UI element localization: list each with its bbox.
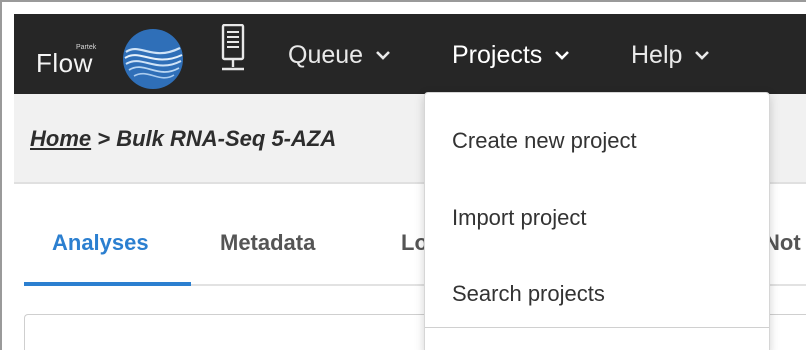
nav-queue-label: Queue [288, 40, 364, 69]
breadcrumb: Home > Bulk RNA-Seq 5-AZA [30, 126, 336, 152]
globe-logo-icon [123, 29, 183, 89]
chevron-down-icon [555, 51, 570, 60]
menu-item-create-new-project[interactable]: Create new project [452, 128, 637, 154]
active-tab-indicator [24, 282, 191, 286]
top-navbar: Partek Flow Queue Projects Help [14, 14, 806, 94]
partek-flow-logo[interactable]: Partek Flow [36, 28, 186, 89]
tab-metadata[interactable]: Metadata [220, 230, 315, 256]
menu-divider [425, 327, 769, 328]
nav-projects[interactable]: Projects [452, 38, 570, 72]
breadcrumb-home-link[interactable]: Home [30, 126, 91, 151]
chevron-down-icon [695, 51, 710, 60]
nav-help[interactable]: Help [631, 38, 710, 72]
logo-brand-text: Flow [36, 48, 93, 78]
nav-help-label: Help [631, 40, 683, 69]
tab-analyses[interactable]: Analyses [52, 230, 149, 256]
breadcrumb-current: Bulk RNA-Seq 5-AZA [116, 126, 337, 151]
breadcrumb-separator: > [91, 126, 117, 151]
chevron-down-icon [376, 51, 390, 60]
server-icon[interactable] [220, 24, 246, 74]
projects-dropdown-menu: Create new project Import project Search… [424, 92, 770, 350]
nav-projects-label: Projects [452, 40, 543, 69]
nav-queue[interactable]: Queue [288, 38, 391, 72]
menu-item-search-projects[interactable]: Search projects [452, 281, 605, 307]
menu-item-import-project[interactable]: Import project [452, 205, 587, 231]
